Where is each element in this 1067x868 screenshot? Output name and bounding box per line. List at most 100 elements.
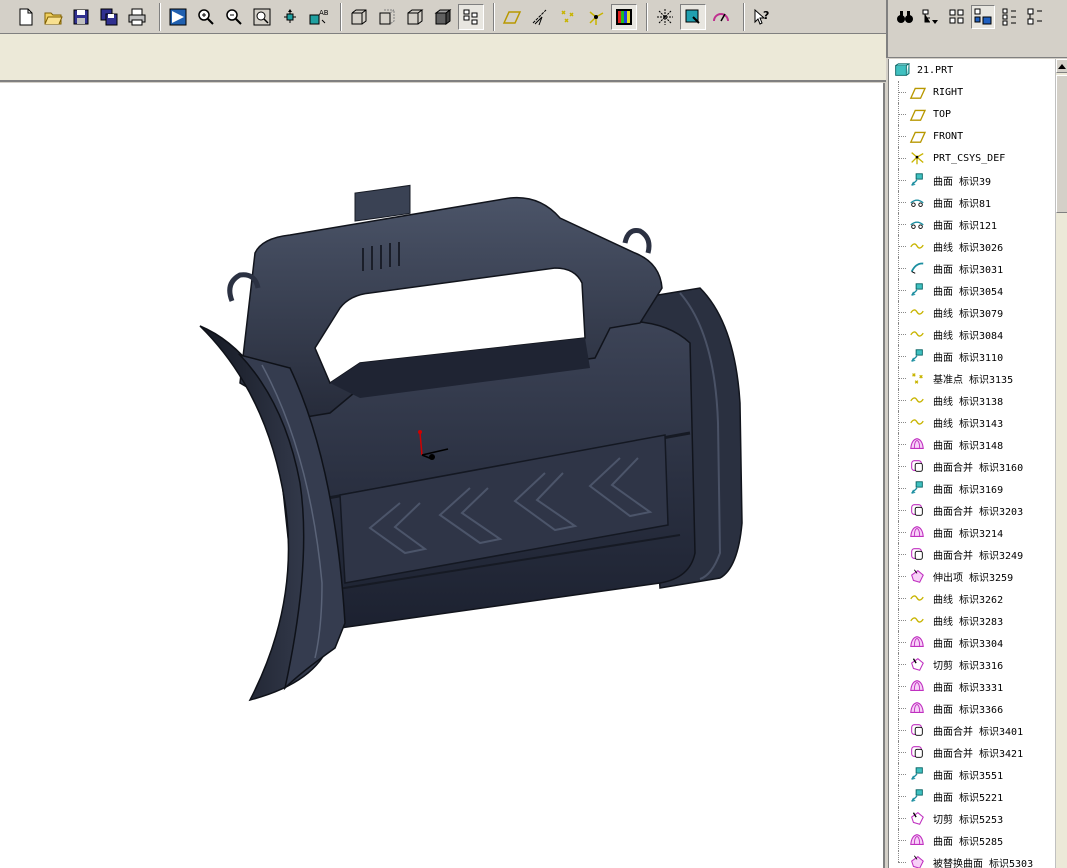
spin-center-button[interactable] <box>652 4 678 30</box>
cut-icon <box>907 655 927 673</box>
tree-item-label: 曲面 标识121 <box>933 220 998 232</box>
tree-scrollbar[interactable] <box>1055 59 1067 868</box>
print-icon <box>128 8 146 25</box>
no-hidden-button[interactable] <box>402 4 428 30</box>
tree-item[interactable]: PRT_CSYS_DEF <box>889 147 1055 169</box>
tree-item[interactable]: RIGHT <box>889 81 1055 103</box>
analysis-button[interactable] <box>708 4 734 30</box>
model-tree-button[interactable] <box>680 3 706 30</box>
repaint-icon <box>169 8 187 25</box>
tree-item[interactable]: 曲面 标识3551 <box>889 763 1055 785</box>
tree-item[interactable]: 曲面 标识3054 <box>889 279 1055 301</box>
expand-button[interactable] <box>1023 5 1047 29</box>
repaint-button[interactable] <box>165 4 191 30</box>
zoom-out-button[interactable] <box>221 4 247 30</box>
graphics-window[interactable] <box>0 83 885 868</box>
tree-item[interactable]: 曲面 标识3214 <box>889 521 1055 543</box>
merge-icon <box>907 721 927 739</box>
save-copy-button[interactable] <box>96 4 122 30</box>
scroll-up-button[interactable] <box>1056 59 1067 73</box>
tree-item-label: FRONT <box>933 130 964 142</box>
tree-item[interactable]: 曲面 标识3110 <box>889 345 1055 367</box>
new-button[interactable] <box>12 4 38 30</box>
tree-root[interactable]: 21.PRT <box>889 59 1055 81</box>
boundary-surface-icon <box>910 526 924 537</box>
tree-item[interactable]: 曲面 标识121 <box>889 213 1055 235</box>
tree-item[interactable]: 曲面 标识3331 <box>889 675 1055 697</box>
coord-sys-button[interactable] <box>583 4 609 30</box>
surface-sweep-icon <box>910 262 924 274</box>
tree-item[interactable]: 被替换曲面 标识5303 <box>889 851 1055 868</box>
shading-button[interactable] <box>430 4 456 30</box>
save-button[interactable] <box>68 4 94 30</box>
flashlight-model[interactable] <box>0 83 885 868</box>
tree-item[interactable]: TOP <box>889 103 1055 125</box>
merge-icon <box>911 548 923 560</box>
tree-item[interactable]: 曲面 标识3169 <box>889 477 1055 499</box>
tree-item[interactable]: 曲面 标识39 <box>889 169 1055 191</box>
hidden-line-button[interactable] <box>374 4 400 30</box>
tree-item[interactable]: 曲面 标识3031 <box>889 257 1055 279</box>
boundary-surface-icon <box>907 699 927 717</box>
tree-item[interactable]: 曲面合并 标识3249 <box>889 543 1055 565</box>
scroll-thumb[interactable] <box>1056 75 1067 213</box>
tree-item[interactable]: 曲面 标识3148 <box>889 433 1055 455</box>
tree-item[interactable]: 曲面 标识5285 <box>889 829 1055 851</box>
protrusion-icon <box>911 855 924 868</box>
settings-icon <box>949 9 964 24</box>
find-button[interactable] <box>893 5 917 29</box>
model-tree[interactable]: 21.PRT RIGHT TOP FRONT PRT_CSYS_DEF 曲面 标识39 曲面… <box>888 59 1055 868</box>
saved-views-button[interactable]: AB <box>305 4 331 30</box>
datum-plane-button[interactable] <box>499 4 525 30</box>
tree-item-label: 曲线 标识3138 <box>933 396 1004 408</box>
tree-item[interactable]: 曲面合并 标识3160 <box>889 455 1055 477</box>
tree-item[interactable]: 曲面 标识81 <box>889 191 1055 213</box>
refit-button[interactable] <box>249 4 275 30</box>
tree-item[interactable]: FRONT <box>889 125 1055 147</box>
datum-point-button[interactable] <box>555 4 581 30</box>
orient-icon <box>284 8 296 23</box>
curve-icon <box>907 611 927 629</box>
tree-item[interactable]: 曲面合并 标识3401 <box>889 719 1055 741</box>
curve-icon <box>907 237 927 255</box>
main-toolbar: AB? <box>0 0 886 34</box>
datum-axis-icon <box>532 9 547 25</box>
tree-item[interactable]: 曲线 标识3079 <box>889 301 1055 323</box>
tree-item[interactable]: 基准点 标识3135 <box>889 367 1055 389</box>
tree-filter-button[interactable] <box>971 5 995 29</box>
tree-item[interactable]: 曲面 标识3366 <box>889 697 1055 719</box>
print-button[interactable] <box>124 4 150 30</box>
tree-item[interactable]: 曲面合并 标识3203 <box>889 499 1055 521</box>
tree-item[interactable]: 曲线 标识3262 <box>889 587 1055 609</box>
datum-plane-icon <box>909 131 926 143</box>
tree-item-label: 曲面 标识39 <box>933 176 992 188</box>
orient-button[interactable] <box>277 4 303 30</box>
part-icon <box>891 61 911 79</box>
show-button[interactable] <box>919 5 943 29</box>
color-button[interactable] <box>611 3 637 30</box>
tree-item[interactable]: 伸出项 标识3259 <box>889 565 1055 587</box>
tree-item[interactable]: 曲面合并 标识3421 <box>889 741 1055 763</box>
columns-button[interactable] <box>997 5 1021 29</box>
settings-button[interactable] <box>945 5 969 29</box>
merge-icon <box>907 501 927 519</box>
zoom-in-button[interactable] <box>193 4 219 30</box>
tree-item[interactable]: 曲线 标识3026 <box>889 235 1055 257</box>
tree-item[interactable]: 曲线 标识3143 <box>889 411 1055 433</box>
datum-axis-button[interactable] <box>527 4 553 30</box>
open-button[interactable] <box>40 4 66 30</box>
tree-item[interactable]: 曲线 标识3138 <box>889 389 1055 411</box>
tree-item[interactable]: 曲线 标识3283 <box>889 609 1055 631</box>
tree-item[interactable]: 切剪 标识3316 <box>889 653 1055 675</box>
tree-item[interactable]: 切剪 标识5253 <box>889 807 1055 829</box>
curve-icon <box>907 413 927 431</box>
tree-item[interactable]: 曲面 标识5221 <box>889 785 1055 807</box>
refit-icon <box>253 8 271 25</box>
help-button[interactable]: ? <box>749 4 775 30</box>
protrusion-icon <box>907 853 927 868</box>
tree-item[interactable]: 曲线 标识3084 <box>889 323 1055 345</box>
wireframe-button[interactable] <box>346 4 372 30</box>
tree-item[interactable]: 曲面 标识3304 <box>889 631 1055 653</box>
layers-button[interactable] <box>458 3 484 30</box>
svg-text:?: ? <box>763 9 769 22</box>
